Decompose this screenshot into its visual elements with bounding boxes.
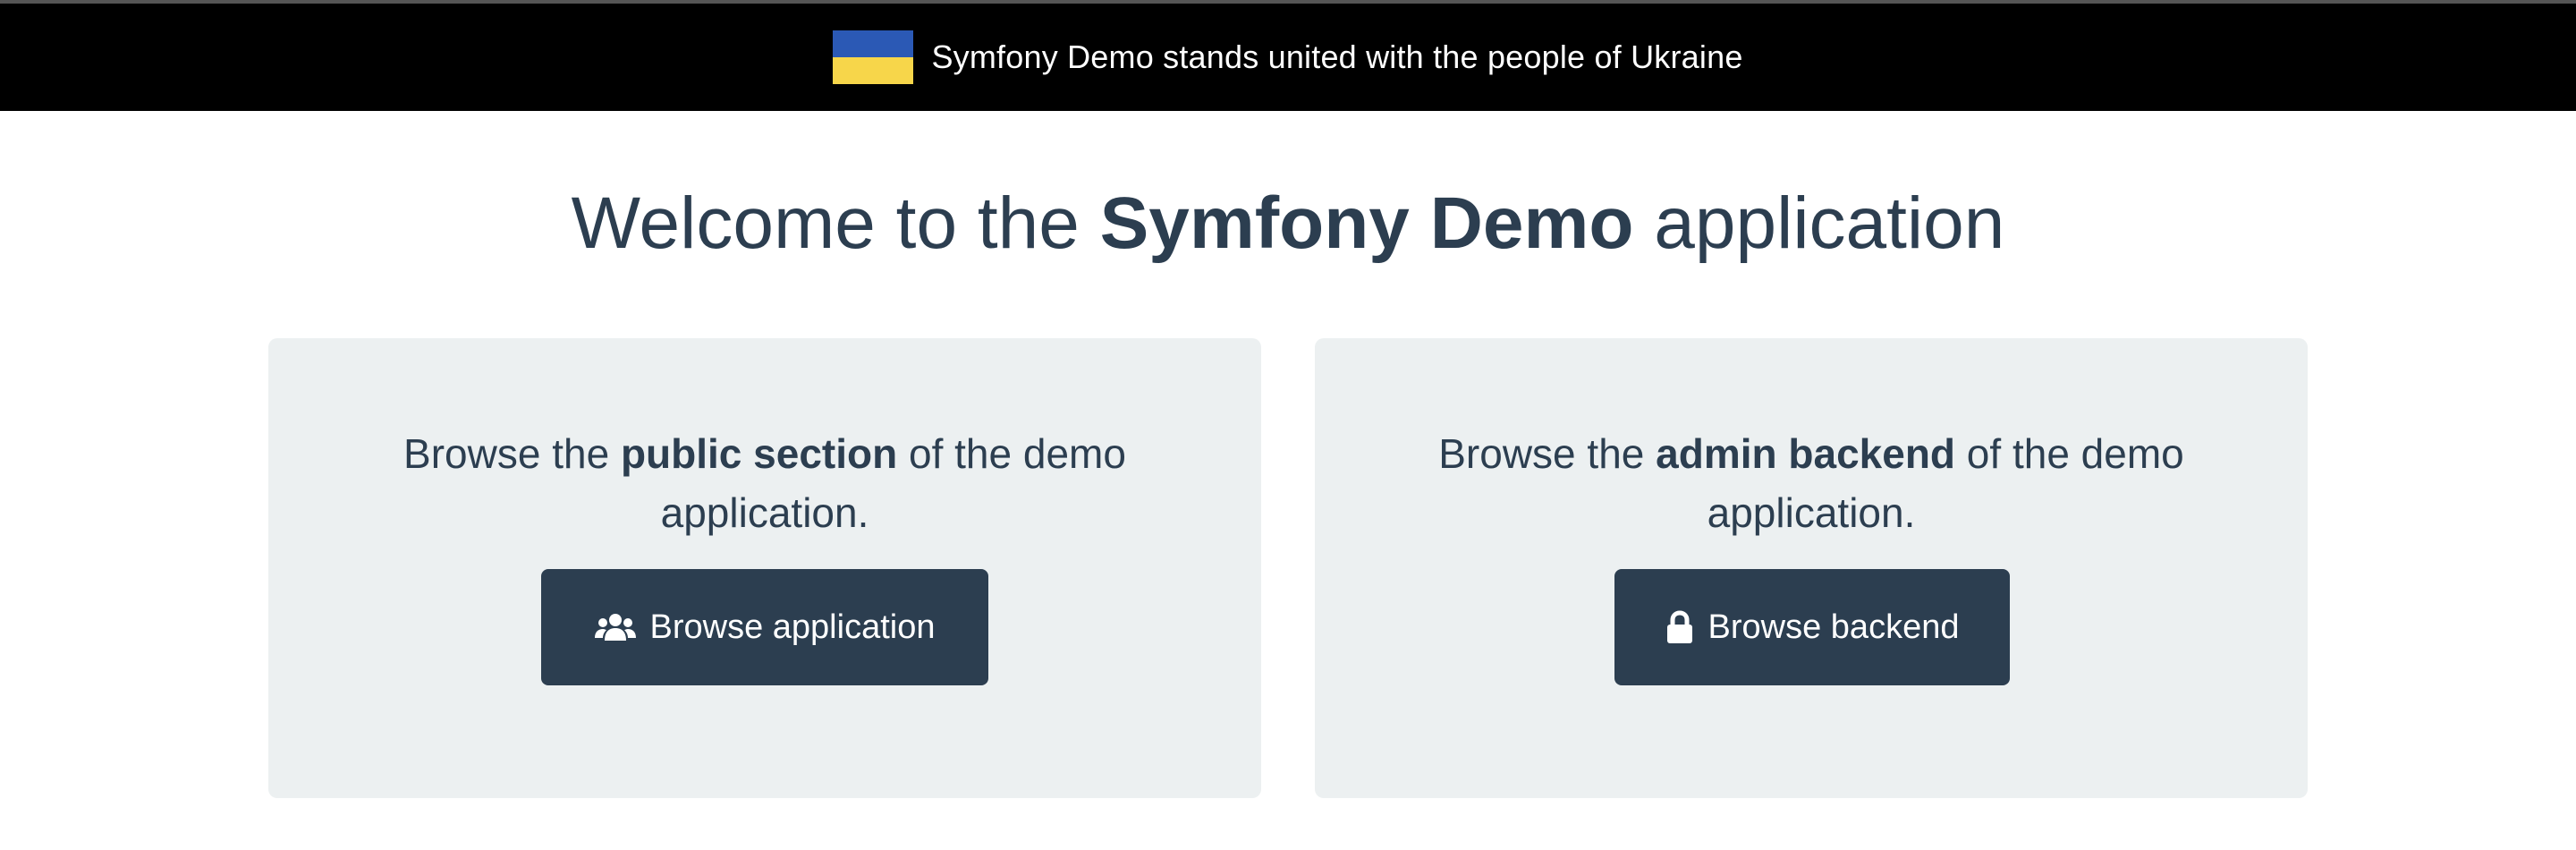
ukraine-banner: Symfony Demo stands united with the peop… xyxy=(0,4,2576,111)
browse-backend-label: Browse backend xyxy=(1707,608,1960,646)
panel-text-bold: admin backend xyxy=(1656,430,1956,477)
banner-text: Symfony Demo stands united with the peop… xyxy=(931,38,1743,75)
title-prefix: Welcome to the xyxy=(571,183,1100,264)
browse-application-label: Browse application xyxy=(649,608,936,646)
browse-application-button[interactable]: Browse application xyxy=(541,569,988,685)
panel-text-suffix: of the demo xyxy=(897,430,1126,477)
public-section-panel: Browse the public section of the demo ap… xyxy=(268,338,1261,798)
title-suffix: application xyxy=(1633,183,2005,264)
panel-text-bold: public section xyxy=(620,430,898,477)
users-icon xyxy=(594,611,636,643)
page-title: Welcome to the Symfony Demo application xyxy=(0,179,2576,268)
panel-text-prefix: Browse the xyxy=(403,430,621,477)
panel-text-line2: application. xyxy=(660,489,869,536)
panel-text-prefix: Browse the xyxy=(1438,430,1657,477)
panel-text-suffix: of the demo xyxy=(1955,430,2184,477)
public-section-text: Browse the public section of the demo ap… xyxy=(268,424,1261,542)
admin-backend-panel: Browse the admin backend of the demo app… xyxy=(1315,338,2308,798)
lock-icon xyxy=(1665,610,1694,644)
title-bold: Symfony Demo xyxy=(1099,183,1634,264)
ukraine-flag-icon xyxy=(833,30,914,84)
browse-backend-button[interactable]: Browse backend xyxy=(1614,569,2010,685)
panel-text-line2: application. xyxy=(1707,489,1916,536)
admin-backend-text: Browse the admin backend of the demo app… xyxy=(1315,424,2308,542)
